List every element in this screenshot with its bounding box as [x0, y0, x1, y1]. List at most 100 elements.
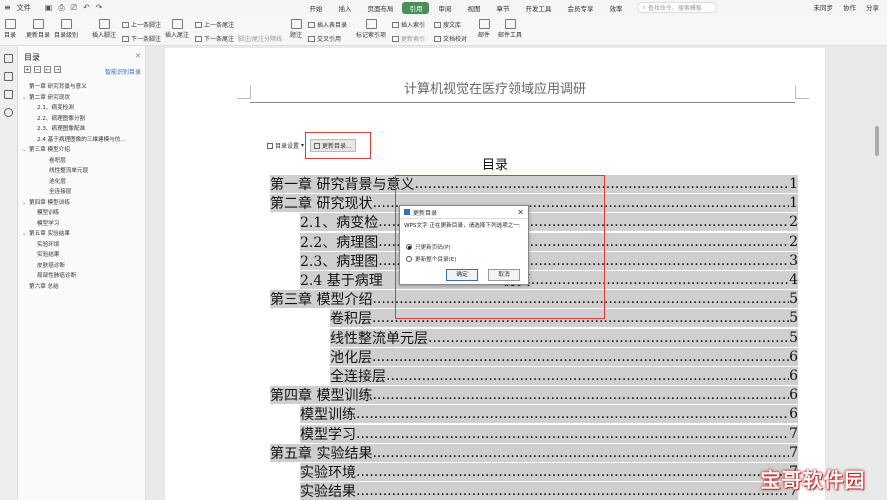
- update-index-button[interactable]: 更新索引: [392, 34, 425, 43]
- save-icon[interactable]: ▣: [45, 3, 53, 13]
- outline-item[interactable]: 2.3、病理图像配准: [22, 124, 144, 135]
- promote-icon[interactable]: ←: [44, 66, 51, 73]
- tab-5[interactable]: 视图: [460, 2, 487, 14]
- prev-footnote-button[interactable]: 上一条脚注: [122, 20, 161, 29]
- outline-item[interactable]: 2.2、病理图像分割: [22, 114, 144, 125]
- toc-entry[interactable]: 模型训练....................................…: [300, 405, 798, 424]
- tab-6[interactable]: 章节: [489, 2, 516, 14]
- outline-item[interactable]: 实验结果: [22, 250, 144, 261]
- outline-item[interactable]: ⌄ 第五章 实验结果: [22, 229, 144, 240]
- toc-entry[interactable]: 第五章 实验结果................................…: [270, 443, 798, 462]
- outline-item[interactable]: 模型训练: [22, 208, 144, 219]
- bookmark-icon[interactable]: [4, 90, 13, 99]
- mail-tools-button[interactable]: 邮件工具: [498, 19, 522, 39]
- expand-all-icon[interactable]: +: [24, 66, 31, 73]
- outline-item[interactable]: 皮肤癌诊断: [22, 261, 144, 272]
- redo-icon[interactable]: ↷: [96, 3, 103, 13]
- doc-check-button[interactable]: 文档校对: [434, 34, 467, 43]
- smart-toc-button[interactable]: 智能识别目录: [105, 67, 141, 76]
- tab-2[interactable]: 页面布局: [360, 2, 400, 14]
- panel-close-icon[interactable]: ✕: [135, 52, 141, 60]
- search-literature-button[interactable]: 搜文库: [434, 20, 461, 29]
- endnote-icon: [171, 19, 183, 29]
- radio-selected[interactable]: [406, 244, 412, 250]
- cross-reference-button[interactable]: 交叉引用: [308, 34, 341, 43]
- share-button[interactable]: 分享: [866, 2, 879, 12]
- export-icon[interactable]: ⎙: [58, 3, 64, 13]
- option-update-page-numbers[interactable]: 只更新页码(P): [406, 243, 451, 251]
- toc-entry-text: 线性整流单元层: [330, 330, 428, 347]
- chevron-down-icon[interactable]: ⌄: [22, 229, 29, 240]
- outline-item[interactable]: 全连接层: [22, 187, 144, 198]
- page-header-title: 计算机视觉在医疗领域应用调研: [403, 82, 586, 97]
- outline-item[interactable]: 局部性肺癌诊断: [22, 271, 144, 282]
- chevron-down-icon[interactable]: ⌄: [22, 93, 29, 104]
- outline-item[interactable]: 第一章 研究背景与意义: [22, 82, 144, 93]
- outline-item[interactable]: 卷积层: [22, 156, 144, 167]
- radio-unselected[interactable]: [406, 256, 412, 262]
- ok-button[interactable]: 确定: [446, 269, 478, 281]
- outline-item[interactable]: 池化层: [22, 177, 144, 188]
- outline-item[interactable]: 实验环境: [22, 240, 144, 251]
- collaborate-button[interactable]: 协作: [843, 2, 856, 12]
- toc-settings-button[interactable]: 目录设置 ▾: [267, 141, 304, 150]
- outline-item[interactable]: 线性整流单元层: [22, 166, 144, 177]
- insert-index-button[interactable]: 插入索引: [392, 20, 425, 29]
- tab-3[interactable]: 引用: [402, 1, 430, 14]
- document-page[interactable]: 计算机视觉在医疗领域应用调研 目录设置 ▾ 更新目录... 目录 第一章 研究背景…: [165, 48, 825, 500]
- toc-entry[interactable]: 模型学习....................................…: [300, 424, 798, 443]
- toc-level-button[interactable]: 目录级别: [54, 19, 78, 39]
- chevron-down-icon[interactable]: ⌄: [22, 198, 29, 209]
- insert-endnote-button[interactable]: 插入尾注: [165, 19, 189, 39]
- undo-icon[interactable]: ↶: [83, 3, 90, 13]
- file-menu[interactable]: 文件: [17, 3, 31, 13]
- update-toc-ribbon-button[interactable]: 更新目录: [26, 19, 50, 39]
- tab-8[interactable]: 会员专享: [560, 2, 600, 14]
- toc-entry[interactable]: 第四章 模型训练................................…: [270, 386, 798, 405]
- toc-entry[interactable]: 实验结果....................................…: [300, 482, 798, 500]
- prev-endnote-button[interactable]: 上一条尾注: [195, 20, 234, 29]
- demote-icon[interactable]: →: [54, 66, 61, 73]
- footnote-separator-button[interactable]: 脚注/尾注分隔线: [238, 34, 282, 43]
- search-icon[interactable]: [4, 108, 13, 117]
- outline-item[interactable]: 第六章 总结: [22, 282, 144, 293]
- toc-entry[interactable]: 池化层.....................................…: [330, 347, 798, 366]
- tab-4[interactable]: 审阅: [431, 2, 458, 14]
- mark-index-button[interactable]: 标记索引项: [356, 19, 386, 39]
- vertical-scrollbar[interactable]: [873, 46, 881, 500]
- collapse-all-icon[interactable]: −: [34, 66, 41, 73]
- toc-entry[interactable]: 全连接层....................................…: [330, 367, 798, 385]
- insert-footnote-button[interactable]: 插入脚注: [92, 19, 116, 39]
- tab-0[interactable]: 开始: [302, 2, 329, 14]
- caption-button[interactable]: 题注: [290, 19, 302, 39]
- toc-button[interactable]: 目录: [4, 19, 16, 39]
- scroll-thumb[interactable]: [875, 126, 879, 156]
- outline-item[interactable]: 2.1、病变检测: [22, 103, 144, 114]
- outline-item-label: 第一章 研究背景与意义: [29, 84, 87, 90]
- cancel-button[interactable]: 取消: [488, 269, 520, 281]
- next-footnote-button[interactable]: 下一条脚注: [122, 34, 161, 43]
- outline-item[interactable]: ⌄ 第二章 研究现状: [22, 93, 144, 104]
- outline-item[interactable]: 模型学习: [22, 219, 144, 230]
- hamburger-icon[interactable]: ≡: [4, 3, 11, 12]
- folder-icon[interactable]: [4, 72, 13, 81]
- option-update-entire-toc[interactable]: 更新整个目录(E): [406, 255, 456, 263]
- close-icon[interactable]: ✕: [517, 208, 524, 217]
- chevron-down-icon[interactable]: ⌄: [22, 145, 29, 156]
- command-search[interactable]: ⌕ 查找命令、搜索模板: [637, 2, 718, 13]
- toc-entry[interactable]: 线性整流单元层.................................…: [330, 328, 798, 347]
- outline-item[interactable]: 2.4 基于病理图像的三维建模与仿...: [22, 135, 144, 146]
- tab-9[interactable]: 效率: [602, 2, 629, 14]
- tab-1[interactable]: 插入: [331, 2, 358, 14]
- next-endnote-button[interactable]: 下一条尾注: [195, 34, 234, 43]
- tab-7[interactable]: 开发工具: [518, 2, 558, 14]
- insert-table-of-figures-button[interactable]: 插入表目录: [308, 20, 347, 29]
- outline-item[interactable]: ⌄ 第四章 模型训练: [22, 198, 144, 209]
- toc-entry[interactable]: 实验环境....................................…: [300, 463, 798, 481]
- outline-item[interactable]: ⌄ 第三章 模型介绍: [22, 145, 144, 156]
- sync-status[interactable]: 未同步: [814, 2, 834, 12]
- outline-icon[interactable]: [4, 54, 13, 63]
- outline-item-label: 2.4 基于病理图像的三维建模与仿...: [37, 136, 126, 143]
- print-icon[interactable]: ⎚: [71, 3, 77, 13]
- mail-button[interactable]: 邮件: [478, 19, 490, 39]
